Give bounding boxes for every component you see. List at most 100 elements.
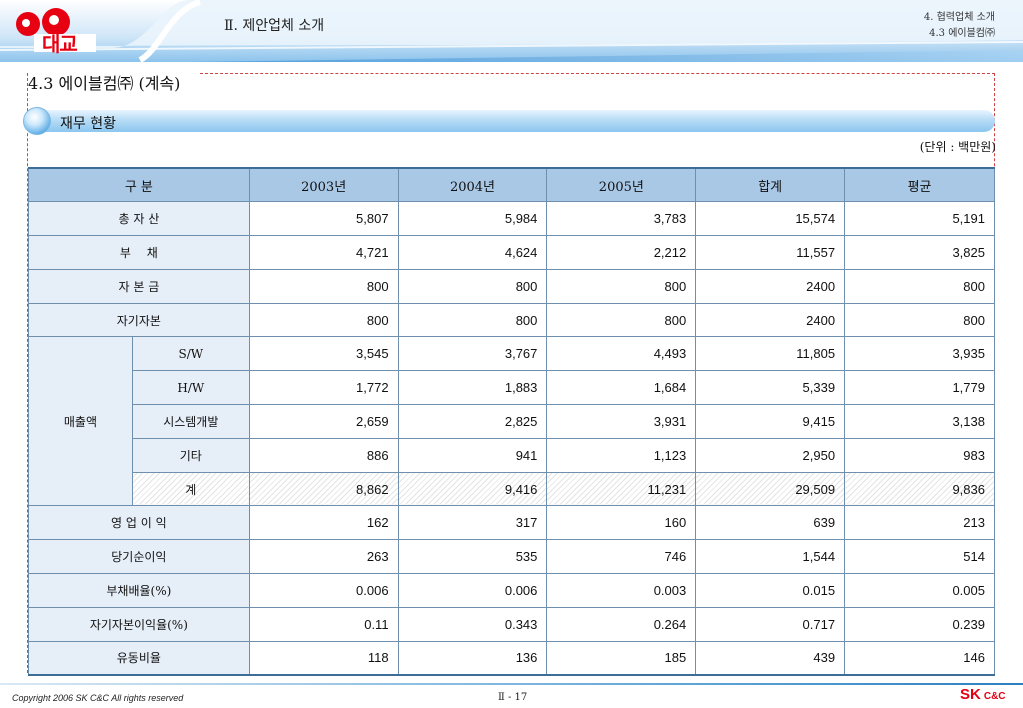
cell: 1,123	[546, 437, 697, 473]
cell: 15,574	[695, 201, 846, 237]
cell: 1,544	[695, 539, 846, 575]
row-label: H/W	[131, 370, 250, 406]
sales-group-label: 매출액	[28, 336, 133, 507]
cell: 983	[844, 437, 995, 473]
cell: 146	[844, 640, 995, 676]
cell: 514	[844, 539, 995, 575]
page-number: Ⅱ - 17	[498, 692, 528, 703]
cell: 11,557	[695, 235, 846, 270]
row-label: 자 본 금	[28, 268, 250, 304]
sk-cc-logo: SK C&C	[960, 686, 1006, 704]
cell: 2400	[695, 268, 846, 304]
cell: 800	[248, 268, 399, 304]
cell: 0.239	[844, 606, 995, 642]
cell: 11,231	[546, 471, 697, 507]
table-row: 부 채 4,721 4,624 2,212 11,557 3,825	[28, 235, 995, 270]
cell: 0.343	[397, 606, 548, 642]
cell: 263	[248, 539, 399, 575]
table-row: 자기자본 800 800 800 2400 800	[28, 302, 995, 338]
table-row: 자 본 금 800 800 800 2400 800	[28, 268, 995, 304]
cell: 2,659	[248, 404, 399, 439]
row-label: 당기순이익	[28, 539, 250, 575]
row-label: 시스템개발	[131, 404, 250, 439]
breadcrumb-subsection: 4.3 에이블컴㈜	[929, 28, 995, 39]
cell: 800	[248, 302, 399, 338]
cell: 2,212	[546, 235, 697, 270]
cell: 746	[546, 539, 697, 575]
table-row: H/W 1,772 1,883 1,684 5,339 1,779	[29, 370, 995, 406]
cell: 800	[844, 302, 995, 338]
cell: 3,935	[844, 336, 995, 372]
cell: 5,984	[397, 201, 548, 237]
row-label: 자기자본이익율(%)	[28, 606, 250, 642]
cell: 0.006	[397, 573, 548, 608]
table-row: 기타 886 941 1,123 2,950 983	[29, 437, 995, 473]
cell: 3,767	[397, 336, 548, 372]
cell: 0.717	[695, 606, 846, 642]
sales-total-row: 계 8,862 9,416 11,231 29,509 9,836	[29, 471, 995, 507]
cell: 4,493	[546, 336, 697, 372]
cell: 941	[397, 437, 548, 473]
cell: 1,883	[397, 370, 548, 406]
row-label: 기타	[131, 437, 250, 473]
logo-sub-text: C&C	[983, 691, 1006, 702]
cell: 9,416	[397, 471, 548, 507]
row-label: 부 채	[28, 235, 250, 270]
chapter-title: Ⅱ. 제안업체 소개	[224, 18, 325, 34]
row-label: 유동비율	[28, 640, 250, 676]
cell: 5,191	[844, 201, 995, 237]
table-row: 영 업 이 익 162 317 160 639 213	[28, 505, 995, 541]
breadcrumb-section: 4. 협력업체 소개	[923, 12, 995, 23]
cell: 5,807	[248, 201, 399, 237]
table-row: 매출액 S/W 3,545 3,767 4,493 11,805 3,935	[28, 336, 995, 507]
page-header: 대교 Ⅱ. 제안업체 소개 4. 협력업체 소개 4.3 에이블컴㈜	[0, 0, 1023, 62]
row-label: 영 업 이 익	[28, 505, 250, 541]
cell: 800	[844, 268, 995, 304]
cell: 9,415	[695, 404, 846, 439]
table-header-row: 구 분 2003년 2004년 2005년 합계 평균	[28, 167, 995, 203]
table-row: 유동비율 118 136 185 439 146	[28, 640, 995, 676]
table-row: 당기순이익 263 535 746 1,544 514	[28, 539, 995, 575]
logo-main-text: SK	[960, 686, 981, 703]
cell: 3,825	[844, 235, 995, 270]
cell: 4,721	[248, 235, 399, 270]
cell: 0.264	[546, 606, 697, 642]
cell: 1,772	[248, 370, 399, 406]
header-2004: 2004년	[397, 167, 548, 203]
cell: 4,624	[397, 235, 548, 270]
cell: 2,825	[397, 404, 548, 439]
table-row: 총 자 산 5,807 5,984 3,783 15,574 5,191	[28, 201, 995, 237]
header-swoosh	[0, 0, 1023, 62]
copyright-text: Copyright 2006 SK C&C All rights reserve…	[12, 693, 184, 703]
content-frame-top	[200, 73, 995, 74]
daekyo-logo: 대교	[8, 6, 98, 56]
section-title: 4.3 에이블컴㈜ (계속)	[28, 74, 181, 93]
cell: 0.015	[695, 573, 846, 608]
cell: 8,862	[248, 471, 399, 507]
cell: 639	[695, 505, 846, 541]
cell: 2400	[695, 302, 846, 338]
cell: 800	[397, 302, 548, 338]
cell: 3,783	[546, 201, 697, 237]
cell: 3,545	[248, 336, 399, 372]
cell: 0.005	[844, 573, 995, 608]
cell: 535	[397, 539, 548, 575]
cell: 1,684	[546, 370, 697, 406]
table-row: 부채배율(%) 0.006 0.006 0.003 0.015 0.005	[28, 573, 995, 608]
subsection-bar	[44, 110, 995, 132]
cell: 136	[397, 640, 548, 676]
logo-text: 대교	[42, 32, 78, 56]
cell: 3,138	[844, 404, 995, 439]
row-label: S/W	[131, 336, 250, 372]
cell: 185	[546, 640, 697, 676]
cell: 162	[248, 505, 399, 541]
cell: 11,805	[695, 336, 846, 372]
cell: 800	[546, 268, 697, 304]
cell: 3,931	[546, 404, 697, 439]
cell: 5,339	[695, 370, 846, 406]
header-2003: 2003년	[248, 167, 399, 203]
header-total: 합계	[695, 167, 846, 203]
cell: 213	[844, 505, 995, 541]
cell: 9,836	[844, 471, 995, 507]
cell: 2,950	[695, 437, 846, 473]
